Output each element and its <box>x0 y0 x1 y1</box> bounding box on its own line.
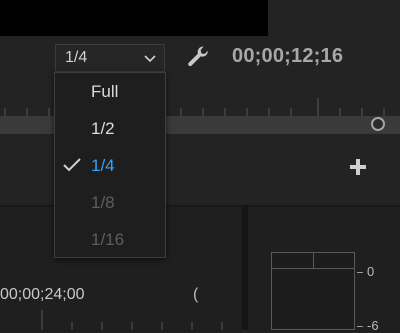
menu-item-label: Full <box>91 82 119 101</box>
resolution-value: 1/4 <box>65 49 88 66</box>
menu-item-sixteenth[interactable]: 1/16 <box>55 222 165 259</box>
meter-tick <box>357 272 363 273</box>
menu-item-label: 1/8 <box>91 193 115 212</box>
meter-channel-divider <box>313 252 314 268</box>
plus-icon[interactable] <box>347 156 369 178</box>
meter-label-0: 0 <box>367 264 375 279</box>
menu-item-label: 1/2 <box>91 119 115 138</box>
menu-item-full[interactable]: Full <box>55 74 165 111</box>
menu-item-eighth[interactable]: 1/8 <box>55 185 165 222</box>
timeline-timecode: 00;00;24;00 <box>0 286 85 303</box>
menu-item-quarter[interactable]: 1/4 <box>55 148 165 185</box>
wrench-icon[interactable] <box>184 43 212 71</box>
scrollbar-handle[interactable] <box>371 117 385 131</box>
checkmark-icon <box>63 158 81 177</box>
menu-item-half[interactable]: 1/2 <box>55 111 165 148</box>
menu-item-label: 1/4 <box>91 156 115 175</box>
chevron-down-icon <box>144 51 156 69</box>
meter-label-minus-6: -6 <box>367 318 379 333</box>
video-preview-area <box>0 0 268 36</box>
playhead-timecode[interactable]: 00;00;12;16 <box>232 45 343 68</box>
resolution-menu: Full 1/2 1/4 1/8 1/16 <box>54 72 166 258</box>
in-point-marker: ( <box>193 286 199 303</box>
menu-item-label: 1/16 <box>91 230 125 249</box>
resolution-dropdown[interactable]: 1/4 <box>55 44 165 72</box>
meter-tick <box>357 326 363 327</box>
timeline-ruler <box>41 310 223 330</box>
